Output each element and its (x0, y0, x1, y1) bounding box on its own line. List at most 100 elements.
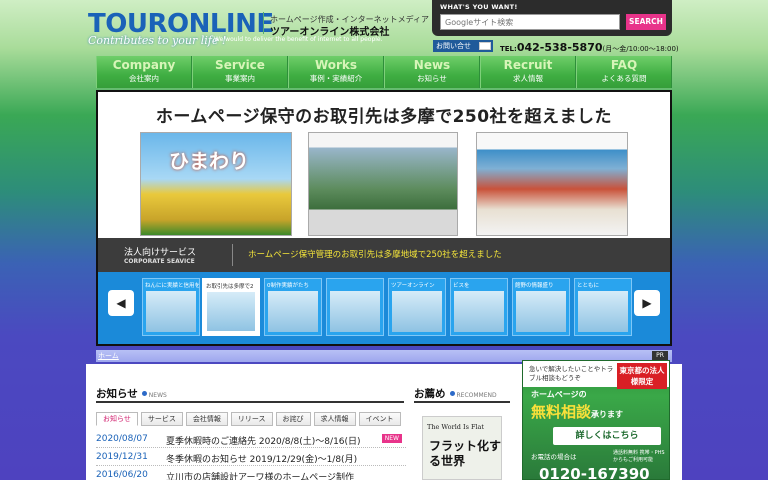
search-panel: WHAT'S YOU WANT! SEARCH (432, 0, 672, 36)
recommend-title: お薦め (414, 388, 446, 400)
hero-category-en: CORPORATE SEAVICE (124, 258, 195, 265)
search-button[interactable]: SEARCH (626, 14, 666, 30)
news-list: 2020/08/07 夏季休暇時のご連絡先 2020/8/8(土)〜8/16(日… (96, 430, 406, 480)
thumbnail[interactable]: とともに (574, 278, 632, 336)
thumbnail-image (268, 291, 318, 332)
thumbnail-image (578, 291, 628, 332)
contact-button[interactable]: お問い合せ (433, 40, 493, 52)
pr-label: PR (652, 351, 668, 360)
thumbnail-image (392, 291, 442, 332)
news-date: 2016/06/20 (96, 470, 148, 480)
news-title: お知らせ (96, 388, 138, 400)
book-cover[interactable]: The World Is Flat フラット化する世界 (422, 416, 502, 480)
news-title-en: NEWS (148, 392, 167, 399)
thumbnail-active[interactable]: お取引先は多摩で2 (202, 278, 260, 336)
tab-company[interactable]: 会社情報 (185, 412, 228, 426)
news-item[interactable]: 2016/06/20 立川市の店舗設計アーワ様のホームページ制作 (96, 466, 406, 480)
news-date: 2019/12/31 (96, 452, 148, 462)
next-arrow-icon[interactable]: ▶ (634, 290, 660, 316)
bullet-icon (449, 391, 455, 396)
thumbnail[interactable]: ねんにに実績と信用を (142, 278, 200, 336)
new-badge: NEW (381, 434, 402, 443)
banner-hp: ホームページの (531, 390, 587, 399)
tab-news[interactable]: お知らせ (96, 412, 138, 426)
thumbnail-image (146, 291, 196, 332)
tab-event[interactable]: イベント (358, 412, 401, 426)
news-tabs: お知らせ サービス 会社情報 リリース お詫び 求人情報 イベント (96, 412, 406, 426)
recommend-heading: お薦め RECOMMEND (414, 386, 497, 401)
nav-works[interactable]: Works 事例・実績紹介 (288, 56, 384, 88)
tagline-divider (263, 12, 264, 34)
news-link[interactable]: 立川市の店舗設計アーワ様のホームページ制作 (166, 470, 354, 480)
nav-label-en: News (413, 58, 451, 72)
news-link[interactable]: 冬季休暇のお知らせ 2019/12/29(金)〜1/8(月) (166, 452, 357, 465)
nav-label-jp: お知らせ (417, 74, 447, 83)
thumbnail-label: 館野の情報盛り (515, 283, 554, 289)
prev-arrow-icon[interactable]: ◀ (108, 290, 134, 316)
tagline-en: We would to deliver the benefit of inter… (214, 36, 383, 43)
tab-recruit[interactable]: 求人情報 (313, 412, 356, 426)
thumbnail-label: ビスを (453, 283, 470, 289)
nav-label-en: Works (314, 58, 358, 72)
nav-label-en: FAQ (610, 58, 638, 72)
free-consult: 無料相談 (531, 403, 592, 421)
thumbnail[interactable]: ビスを (450, 278, 508, 336)
page: TOURONLINE Contributes to your life ! ホー… (0, 0, 768, 480)
nav-recruit[interactable]: Recruit 求人情報 (480, 56, 576, 88)
phone-info: TEL:042-538-5870(月〜金/10:00〜18:00) (500, 41, 679, 54)
slide-image-building (476, 132, 628, 236)
thumbnail-image (330, 291, 380, 332)
nav-label-jp: 会社案内 (129, 74, 159, 83)
tel-hours: (月〜金/10:00〜18:00) (602, 45, 679, 53)
free-suffix: 承ります (591, 410, 624, 419)
tab-release[interactable]: リリース (230, 412, 273, 426)
call-label: お電話の場合は (531, 453, 577, 461)
news-item[interactable]: 2019/12/31 冬季休暇のお知らせ 2019/12/29(金)〜1/8(月… (96, 448, 406, 466)
consult-banner[interactable]: 急いで解決したいことやトラブル相談もどうぞ 東京都の法人様限定 ホームページの … (522, 360, 670, 480)
thumbnail[interactable]: 0制作実績がたち (264, 278, 322, 336)
tab-apology[interactable]: お詫び (275, 412, 311, 426)
nav-label-en: Company (112, 58, 176, 72)
tab-service[interactable]: サービス (140, 412, 183, 426)
slide-image-river (308, 132, 458, 236)
breadcrumb-home[interactable]: ホーム (98, 351, 119, 361)
nav-label-en: Recruit (503, 58, 553, 72)
toll-free-number[interactable]: 0120-167390 (539, 465, 650, 480)
search-heading: WHAT'S YOU WANT! (440, 3, 518, 11)
hero-caption: ホームページ保守管理のお取引先は多摩地域で250社を超えました (248, 250, 502, 260)
thumbnail[interactable]: 館野の情報盛り (512, 278, 570, 336)
hero-caption-bar: 法人向けサービス CORPORATE SEAVICE ホームページ保守管理のお取… (98, 238, 670, 272)
slide-title: ひまわり (169, 149, 249, 173)
recommend-divider (414, 401, 510, 403)
contact-label: お問い合せ (436, 42, 471, 50)
hero-slider: ホームページ保守のお取引先は多摩で250社を超えました ひまわり 法人向けサービ… (96, 90, 672, 346)
hero-banner[interactable]: ホームページ保守のお取引先は多摩で250社を超えました ひまわり (98, 92, 670, 238)
thumbnail-label: とともに (577, 283, 600, 289)
thumbnail-image (207, 292, 255, 331)
banner-question: 急いで解決したいことやトラブル相談もどうぞ (529, 365, 614, 382)
nav-service[interactable]: Service 事業案内 (192, 56, 288, 88)
thumbnail-strip: ◀ ねんにに実績と信用を お取引先は多摩で2 0制作実績がたち ツアーオンライン (98, 272, 670, 344)
thumbnail[interactable]: ツアーオンライン (388, 278, 446, 336)
caption-divider (232, 244, 233, 266)
news-link[interactable]: 夏季休暇時のご連絡先 2020/8/8(土)〜8/16(日) (166, 434, 361, 447)
news-item[interactable]: 2020/08/07 夏季休暇時のご連絡先 2020/8/8(土)〜8/16(日… (96, 430, 406, 448)
slide-image-sunflower: ひまわり (140, 132, 292, 236)
site-logo[interactable]: TOURONLINE Contributes to your life ! (88, 10, 274, 47)
nav-faq[interactable]: FAQ よくある質問 (576, 56, 672, 88)
recommend-title-en: RECOMMEND (456, 392, 497, 399)
nav-news[interactable]: News お知らせ (384, 56, 480, 88)
news-date: 2020/08/07 (96, 434, 148, 444)
hero-headline: ホームページ保守のお取引先は多摩で250社を超えました (155, 107, 613, 127)
thumbnail-image (516, 291, 566, 332)
thumbnail[interactable] (326, 278, 384, 336)
tel-number: 042-538-5870 (516, 41, 603, 54)
thumbnail-label: ねんにに実績と信用を (145, 283, 200, 289)
search-input[interactable] (440, 14, 620, 30)
mail-icon (479, 42, 491, 50)
nav-company[interactable]: Company 会社案内 (96, 56, 192, 88)
details-button[interactable]: 詳しくはこちら (553, 427, 661, 445)
call-hours: 通話料無料 携帯・PHSからもご利用可能 (613, 450, 665, 463)
thumbnail-label: ツアーオンライン (391, 283, 435, 289)
news-divider (96, 401, 404, 403)
